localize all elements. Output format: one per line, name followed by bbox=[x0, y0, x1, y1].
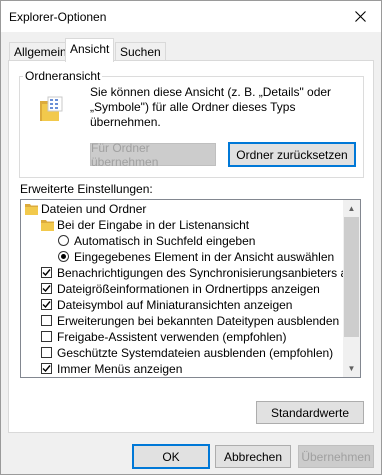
advanced-settings-label: Erweiterte Einstellungen: bbox=[20, 182, 153, 196]
setting-label: Bei der Eingabe in der Listenansicht bbox=[57, 218, 250, 232]
setting-row: Bei der Eingabe in der Listenansicht bbox=[21, 217, 343, 233]
tab-ansicht[interactable]: Ansicht bbox=[65, 38, 115, 62]
radio-unselected[interactable] bbox=[58, 235, 69, 246]
checkmark-icon bbox=[42, 269, 51, 277]
apply-button[interactable]: Übernehmen bbox=[298, 445, 374, 468]
setting-label: Eingegebenes Element in der Ansicht ausw… bbox=[74, 250, 335, 264]
tab-suchen[interactable]: Suchen bbox=[115, 42, 166, 61]
setting-row: Dateien und Ordner bbox=[21, 201, 343, 217]
setting-label: Dateien und Ordner bbox=[41, 202, 147, 216]
cancel-button[interactable]: Abbrechen bbox=[215, 445, 291, 468]
folder-view-icon bbox=[40, 96, 63, 121]
checkbox-unchecked[interactable] bbox=[41, 347, 52, 358]
folder-view-legend: Ordneransicht bbox=[23, 69, 103, 83]
folder-view-desc-line1: Sie können diese Ansicht (z. B. „Details… bbox=[90, 85, 332, 99]
setting-row[interactable]: Eingegebenes Element in der Ansicht ausw… bbox=[21, 249, 343, 265]
advanced-settings-list[interactable]: Immer Menüs anzeigen Geschützte Systemdat… bbox=[20, 199, 361, 378]
setting-label: Freigabe-Assistent verwenden (empfohlen) bbox=[57, 330, 287, 344]
radio-selected[interactable] bbox=[58, 251, 69, 262]
setting-row[interactable]: Benachrichtigungen des Synchronisierungs… bbox=[21, 265, 360, 281]
setting-row[interactable]: Dateisymbol auf Miniaturansichten anzeig… bbox=[21, 297, 343, 313]
setting-label: Immer Menüs anzeigen bbox=[57, 362, 183, 376]
setting-row[interactable]: Automatisch in Suchfeld eingeben bbox=[21, 233, 343, 249]
checkmark-icon bbox=[42, 301, 51, 309]
checkmark-icon bbox=[42, 365, 51, 373]
title-bar: Explorer-Optionen bbox=[1, 1, 381, 32]
tab-allgemein[interactable]: Allgemein bbox=[9, 42, 72, 61]
folder-icon bbox=[25, 204, 38, 215]
reset-folders-button[interactable]: Ordner zurücksetzen bbox=[228, 142, 356, 167]
checkbox-checked[interactable] bbox=[41, 363, 52, 374]
scroll-up-icon[interactable]: ▲ bbox=[343, 200, 360, 217]
folder-view-desc-line2: „Symbole") für alle Ordner dieses Typs ü… bbox=[90, 100, 296, 129]
scroll-down-icon[interactable]: ▼ bbox=[343, 360, 360, 377]
checkbox-checked[interactable] bbox=[41, 299, 52, 310]
restore-defaults-button[interactable]: Standardwerte bbox=[256, 401, 364, 424]
setting-label: Dateigrößeinformationen in Ordnertipps a… bbox=[57, 282, 320, 296]
ok-button[interactable]: OK bbox=[132, 444, 210, 469]
dialog-window: Explorer-Optionen Allgemein Ansicht Such… bbox=[0, 0, 382, 475]
setting-label: Dateisymbol auf Miniaturansichten anzeig… bbox=[57, 298, 293, 312]
folder-icon bbox=[41, 220, 54, 231]
folder-view-description: Sie können diese Ansicht (z. B. „Details… bbox=[90, 85, 352, 130]
checkbox-checked[interactable] bbox=[41, 267, 52, 278]
setting-row[interactable]: Freigabe-Assistent verwenden (empfohlen) bbox=[21, 329, 343, 345]
setting-row[interactable]: Immer Menüs anzeigen bbox=[21, 361, 343, 377]
setting-row[interactable]: Geschützte Systemdateien ausblenden (emp… bbox=[21, 345, 343, 361]
setting-label: Benachrichtigungen des Synchronisierungs… bbox=[57, 266, 361, 280]
setting-row[interactable]: Erweiterungen bei bekannten Dateitypen a… bbox=[21, 313, 343, 329]
tab-panel-ansicht: Ordneransicht Sie können diese Ansicht (… bbox=[8, 60, 374, 433]
checkmark-icon bbox=[42, 285, 51, 293]
checkbox-checked[interactable] bbox=[41, 283, 52, 294]
checkbox-unchecked[interactable] bbox=[41, 331, 52, 342]
setting-label: Automatisch in Suchfeld eingeben bbox=[74, 234, 256, 248]
setting-label: Geschützte Systemdateien ausblenden (emp… bbox=[57, 346, 334, 360]
setting-row[interactable]: Dateigrößeinformationen in Ordnertipps a… bbox=[21, 281, 343, 297]
window-title: Explorer-Optionen bbox=[9, 10, 107, 24]
close-icon bbox=[354, 11, 366, 22]
checkbox-unchecked[interactable] bbox=[41, 315, 52, 326]
apply-to-folders-button[interactable]: Für Ordner übernehmen bbox=[90, 141, 216, 169]
scroll-thumb[interactable] bbox=[344, 217, 359, 337]
close-button[interactable] bbox=[339, 1, 381, 32]
vertical-scrollbar[interactable]: ▲ ▼ bbox=[343, 200, 360, 377]
setting-label: Erweiterungen bei bekannten Dateitypen a… bbox=[57, 314, 340, 328]
